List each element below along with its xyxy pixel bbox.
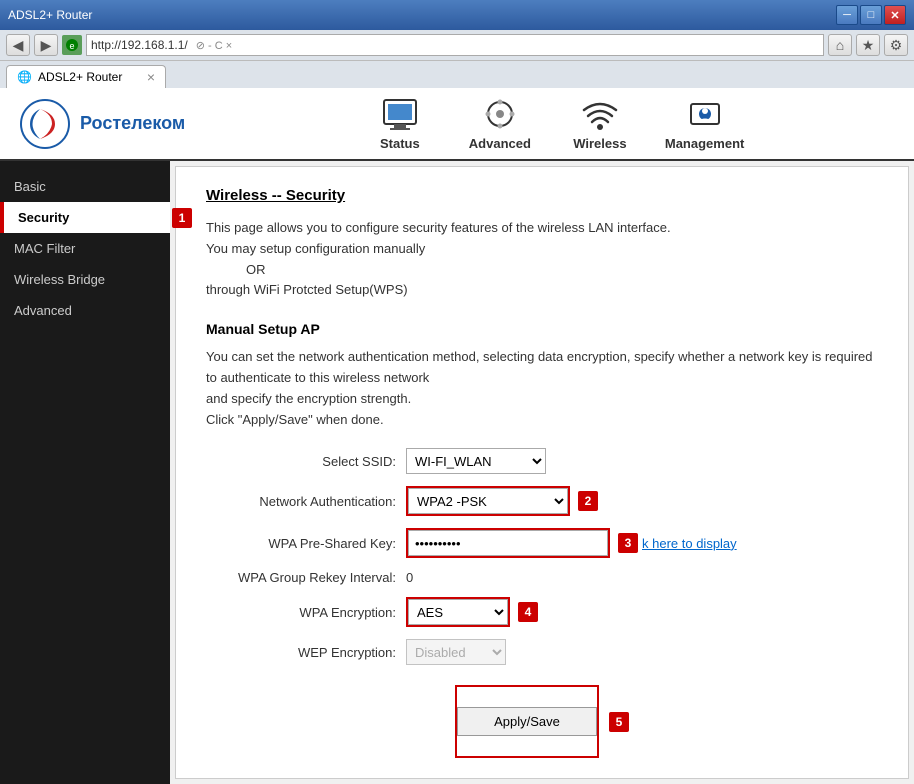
- wpa-encryption-select[interactable]: AES: [408, 599, 508, 625]
- title-bar: ADSL2+ Router ─ □ ✕: [0, 0, 914, 30]
- address-bar: e http://192.168.1.1/ ⊘ - C ×: [62, 34, 824, 56]
- apply-save-badge: 5: [609, 712, 629, 732]
- wep-encryption-control: Disabled: [406, 639, 506, 665]
- wpa-key-label: WPA Pre-Shared Key:: [206, 536, 396, 551]
- wpa-rekey-value: 0: [406, 570, 413, 585]
- sidebar-basic-label: Basic: [14, 179, 46, 194]
- wpa-key-control: 3 k here to display: [406, 528, 737, 558]
- nav-management[interactable]: Management: [665, 96, 744, 151]
- minimize-button[interactable]: ─: [836, 5, 858, 25]
- sidebar-item-advanced[interactable]: Advanced: [0, 295, 170, 326]
- wireless-icon: [580, 96, 620, 132]
- network-auth-badge: 2: [578, 491, 598, 511]
- wpa-rekey-row: WPA Group Rekey Interval: 0: [206, 570, 878, 585]
- page-title: Wireless -- Security: [206, 187, 878, 204]
- description: This page allows you to configure securi…: [206, 218, 878, 301]
- forward-button[interactable]: ▶: [34, 34, 58, 56]
- wep-encryption-select[interactable]: Disabled: [406, 639, 506, 665]
- desc-line4: through WiFi Protcted Setup(WPS): [206, 282, 408, 297]
- sidebar-advanced-label: Advanced: [14, 303, 72, 318]
- nav-advanced[interactable]: Advanced: [465, 96, 535, 151]
- network-auth-control: WPA2 -PSK 2: [406, 486, 598, 516]
- sidebar: Basic Security 1 MAC Filter Wireless Bri…: [0, 161, 170, 784]
- content-area: Wireless -- Security This page allows yo…: [175, 166, 909, 779]
- desc-line3: OR: [246, 262, 266, 277]
- close-button[interactable]: ✕: [884, 5, 906, 25]
- window-title: ADSL2+ Router: [8, 8, 828, 22]
- apply-save-button[interactable]: Apply/Save: [457, 707, 597, 736]
- sidebar-item-basic[interactable]: Basic: [0, 171, 170, 202]
- network-auth-row: Network Authentication: WPA2 -PSK 2: [206, 486, 878, 516]
- logo-text: Ростелеком: [80, 113, 185, 134]
- address-input[interactable]: http://192.168.1.1/ ⊘ - C ×: [86, 34, 824, 56]
- tab-close-button[interactable]: ×: [147, 69, 155, 85]
- svg-text:e: e: [69, 41, 74, 51]
- sidebar-bridge-label: Wireless Bridge: [14, 272, 105, 287]
- section-description: You can set the network authentication m…: [206, 347, 878, 430]
- select-ssid-label: Select SSID:: [206, 454, 396, 469]
- management-icon: [685, 96, 725, 132]
- nav-advanced-label: Advanced: [469, 136, 531, 151]
- header-nav: Status Advanced: [215, 96, 894, 151]
- form-area: Select SSID: WI-FI_WLAN Network Authenti…: [206, 448, 878, 758]
- sidebar-item-security[interactable]: Security 1: [0, 202, 170, 233]
- select-ssid-select[interactable]: WI-FI_WLAN: [406, 448, 546, 474]
- network-auth-select[interactable]: WPA2 -PSK: [408, 488, 568, 514]
- nav-management-label: Management: [665, 136, 744, 151]
- wpa-encryption-label: WPA Encryption:: [206, 605, 396, 620]
- favorites-button[interactable]: ★: [856, 34, 880, 56]
- sidebar-mac-label: MAC Filter: [14, 241, 75, 256]
- status-icon: [380, 96, 420, 132]
- advanced-icon: [480, 96, 520, 132]
- wpa-key-display-link[interactable]: k here to display: [642, 536, 737, 551]
- sidebar-security-label: Security: [18, 210, 69, 225]
- wpa-rekey-label: WPA Group Rekey Interval:: [206, 570, 396, 585]
- apply-save-wrapper: Apply/Save 5: [206, 685, 878, 758]
- logo-area: Ростелеком: [20, 99, 185, 149]
- back-button[interactable]: ◀: [6, 34, 30, 56]
- wep-encryption-label: WEP Encryption:: [206, 645, 396, 660]
- desc-line2: You may setup configuration manually: [206, 241, 425, 256]
- home-button[interactable]: ⌂: [828, 34, 852, 56]
- nav-status[interactable]: Status: [365, 96, 435, 151]
- active-tab[interactable]: 🌐 ADSL2+ Router ×: [6, 65, 166, 88]
- page-container: Ростелеком Status: [0, 88, 914, 762]
- main-layout: Basic Security 1 MAC Filter Wireless Bri…: [0, 161, 914, 784]
- tools-button[interactable]: ⚙: [884, 34, 908, 56]
- network-auth-label: Network Authentication:: [206, 494, 396, 509]
- nav-wireless-label: Wireless: [573, 136, 626, 151]
- section-title: Manual Setup AP: [206, 321, 878, 337]
- tab-favicon: 🌐: [17, 70, 32, 84]
- address-text: http://192.168.1.1/: [91, 38, 188, 52]
- wep-encryption-row: WEP Encryption: Disabled: [206, 639, 878, 665]
- search-icon: ⊘ - C ×: [196, 39, 232, 52]
- site-icon: e: [62, 35, 82, 55]
- wpa-key-input[interactable]: [408, 530, 608, 556]
- wpa-key-row: WPA Pre-Shared Key: 3 k here to display: [206, 528, 878, 558]
- tab-bar: 🌐 ADSL2+ Router ×: [0, 61, 914, 88]
- apply-save-highlight: Apply/Save: [455, 685, 599, 758]
- select-ssid-row: Select SSID: WI-FI_WLAN: [206, 448, 878, 474]
- desc-line1: This page allows you to configure securi…: [206, 220, 671, 235]
- router-header: Ростелеком Status: [0, 88, 914, 161]
- wpa-key-highlight: [406, 528, 610, 558]
- wpa-encryption-row: WPA Encryption: AES 4: [206, 597, 878, 627]
- tab-label: ADSL2+ Router: [38, 70, 122, 84]
- wpa-encryption-control: AES 4: [406, 597, 538, 627]
- window-controls: ─ □ ✕: [836, 5, 906, 25]
- nav-bar: ◀ ▶ e http://192.168.1.1/ ⊘ - C × ⌂ ★ ⚙: [0, 30, 914, 61]
- sidebar-item-mac-filter[interactable]: MAC Filter: [0, 233, 170, 264]
- wpa-key-badge: 3: [618, 533, 638, 553]
- security-badge: 1: [172, 208, 192, 228]
- select-ssid-control: WI-FI_WLAN: [406, 448, 546, 474]
- nav-status-label: Status: [380, 136, 420, 151]
- nav-wireless[interactable]: Wireless: [565, 96, 635, 151]
- maximize-button[interactable]: □: [860, 5, 882, 25]
- sidebar-item-wireless-bridge[interactable]: Wireless Bridge: [0, 264, 170, 295]
- wpa-encryption-highlight: AES: [406, 597, 510, 627]
- rostelecom-logo-icon: [20, 99, 70, 149]
- wpa-encryption-badge: 4: [518, 602, 538, 622]
- network-auth-highlight: WPA2 -PSK: [406, 486, 570, 516]
